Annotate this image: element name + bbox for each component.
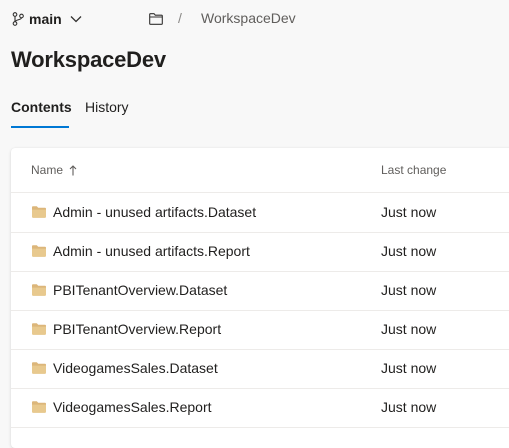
row-name[interactable]: PBITenantOverview.Dataset (53, 282, 227, 298)
row-name[interactable]: Admin - unused artifacts.Report (53, 243, 250, 259)
folder-icon (32, 206, 46, 218)
folder-icon (32, 284, 46, 296)
folder-icon (32, 362, 46, 374)
git-branch-icon (12, 12, 24, 26)
column-header-name-label: Name (31, 163, 64, 177)
folder-icon (32, 401, 46, 413)
row-last-change: Just now (381, 282, 437, 298)
arrow-up-icon (69, 164, 77, 176)
folder-icon (32, 323, 46, 335)
table-row[interactable]: VideogamesSales.Dataset Just now (11, 349, 509, 389)
breadcrumb-workspace[interactable]: WorkspaceDev (201, 10, 296, 26)
row-name[interactable]: PBITenantOverview.Report (53, 321, 221, 337)
chevron-down-icon (70, 15, 82, 23)
row-last-change: Just now (381, 321, 437, 337)
active-tab-indicator (11, 126, 69, 128)
contents-table: Name Last change Admin - unused artifact… (11, 148, 509, 448)
table-row[interactable]: PBITenantOverview.Dataset Just now (11, 271, 509, 311)
branch-name: main (29, 11, 62, 27)
table-row[interactable]: PBITenantOverview.Report Just now (11, 310, 509, 350)
row-name[interactable]: VideogamesSales.Dataset (53, 360, 218, 376)
table-header: Name Last change (11, 148, 509, 193)
table-row[interactable]: Admin - unused artifacts.Report Just now (11, 232, 509, 272)
column-header-name[interactable]: Name (31, 163, 77, 177)
tab-contents[interactable]: Contents (11, 99, 72, 115)
column-header-last-change[interactable]: Last change (381, 163, 446, 177)
breadcrumb-separator: / (178, 10, 182, 26)
row-last-change: Just now (381, 360, 437, 376)
row-name[interactable]: VideogamesSales.Report (53, 399, 212, 415)
table-row[interactable]: Admin - unused artifacts.Dataset Just now (11, 193, 509, 233)
table-row[interactable]: VideogamesSales.Report Just now (11, 388, 509, 428)
row-last-change: Just now (381, 243, 437, 259)
folder-outline-icon[interactable] (148, 11, 164, 27)
row-last-change: Just now (381, 204, 437, 220)
branch-selector[interactable]: main (12, 9, 82, 29)
folder-icon (32, 245, 46, 257)
row-last-change: Just now (381, 399, 437, 415)
tab-history[interactable]: History (85, 99, 129, 115)
row-name[interactable]: Admin - unused artifacts.Dataset (53, 204, 256, 220)
top-bar: main / WorkspaceDev (0, 0, 509, 38)
page-title: WorkspaceDev (11, 47, 166, 72)
